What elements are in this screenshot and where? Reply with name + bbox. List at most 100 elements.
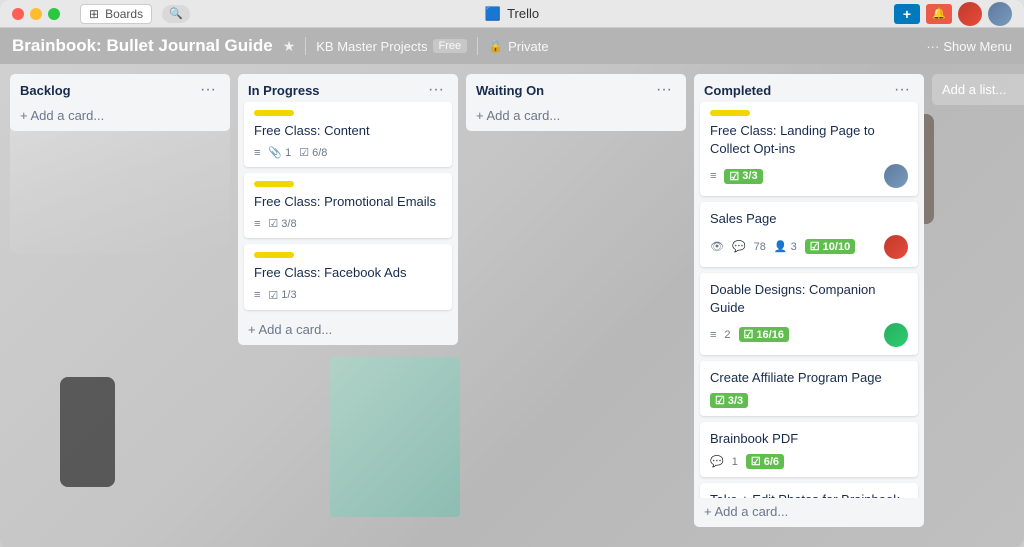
board-background: Backlog ··· + Add a card... In Progress … [0,64,1024,547]
card-checklist-meta: ☑ 3/8 [268,217,296,230]
trello-logo-icon: 🟦 [485,6,501,22]
comment-count: 1 [732,456,738,468]
card-meta: 💬 1 ☑ 6/6 [710,454,908,469]
list-completed-header: Completed ··· [694,74,924,102]
checklist-icon: ☑ [299,146,309,159]
card-affiliate-program[interactable]: Create Affiliate Program Page ☑ 3/3 [700,361,918,416]
show-menu-button[interactable]: ··· Show Menu [926,39,1012,54]
maximize-button[interactable] [48,8,60,20]
card-meta: ☑ 3/3 [710,393,908,408]
completed-add-card-button[interactable]: + Add a card... [694,498,924,527]
card-meta: ≡ ☑ 1/3 [254,289,442,302]
list-completed-cards: Free Class: Landing Page to Collect Opt-… [694,102,924,498]
attachment-icon: 📎 [268,146,282,159]
add-list-label: Add a list... [942,82,1006,97]
checklist-badge-icon: ☑ [715,394,725,407]
lock-icon: 🔒 [488,39,503,53]
star-icon[interactable]: ★ [283,38,296,55]
members-count: 👤 3 [774,240,797,253]
in-progress-add-card-button[interactable]: + Add a card... [238,316,458,345]
lists-container: Backlog ··· + Add a card... In Progress … [0,64,1024,547]
checklist-badge-value: 10/10 [823,241,851,253]
card-facebook-ads[interactable]: Free Class: Facebook Ads ≡ ☑ 1/3 [244,244,452,309]
list-backlog: Backlog ··· + Add a card... [10,74,230,131]
list-backlog-menu-button[interactable]: ··· [196,82,220,98]
card-meta: ≡ 📎 1 ☑ 6/8 [254,146,442,159]
card-avatar [884,164,908,188]
checklist-badge: ☑ 3/3 [710,393,748,408]
card-title: Free Class: Promotional Emails [254,193,442,211]
breadcrumb-workspace[interactable]: KB Master Projects Free [316,39,467,54]
checklist-badge-icon: ☑ [810,240,820,253]
add-list-button[interactable]: Add a list... [932,74,1024,105]
checklist-badge: ☑ 10/10 [805,239,855,254]
add-button[interactable]: + [894,4,920,24]
card-title: Free Class: Landing Page to Collect Opt-… [710,122,908,158]
card-promotional-emails[interactable]: Free Class: Promotional Emails ≡ ☑ 3/8 [244,173,452,238]
list-in-progress-menu-button[interactable]: ··· [424,82,448,98]
card-take-photos[interactable]: Take + Edit Photos for Brainbook 💬 3 📎 2… [700,483,918,498]
ellipsis-icon: ··· [926,39,939,54]
card-free-class-content[interactable]: Free Class: Content ≡ 📎 1 ☑ 6/8 [244,102,452,167]
close-button[interactable] [12,8,24,20]
board-title: Brainbook: Bullet Journal Guide [12,36,273,56]
list-in-progress: In Progress ··· Free Class: Content ≡ 📎 [238,74,458,345]
user-avatar-1[interactable] [958,2,982,26]
list-in-progress-cards: Free Class: Content ≡ 📎 1 ☑ 6/8 [238,102,458,316]
card-label-yellow [254,252,294,258]
list-completed-menu-button[interactable]: ··· [890,82,914,98]
traffic-lights [12,8,60,20]
eye-icon: 👁 [710,240,724,253]
show-menu-label: Show Menu [943,39,1012,54]
comment-icon: 💬 [710,455,724,468]
card-description-icon: ≡ [254,218,260,230]
user-avatar-2[interactable] [988,2,1012,26]
checklist-badge-icon: ☑ [744,328,754,341]
card-title: Brainbook PDF [710,430,908,448]
checklist-badge-icon: ☑ [729,170,739,183]
list-completed-title: Completed [704,83,771,98]
list-waiting-on-menu-button[interactable]: ··· [652,82,676,98]
card-title: Create Affiliate Program Page [710,369,908,387]
list-in-progress-header: In Progress ··· [238,74,458,102]
list-in-progress-title: In Progress [248,83,320,98]
card-doable-designs[interactable]: Doable Designs: Companion Guide ≡ 2 ☑ 16… [700,273,918,355]
notifications-button[interactable]: 🔔 [926,4,952,24]
comment-count: 78 [754,241,766,253]
checklist-badge: ☑ 3/3 [724,169,762,184]
breadcrumb-visibility[interactable]: 🔒 Private [488,39,548,54]
card-avatar [884,323,908,347]
checklist-badge-value: 6/6 [764,456,779,468]
list-backlog-title: Backlog [20,83,71,98]
list-waiting-on-title: Waiting On [476,83,544,98]
backlog-add-card-button[interactable]: + Add a card... [10,102,230,131]
attachment-count: 2 [724,329,730,341]
card-brainbook-pdf[interactable]: Brainbook PDF 💬 1 ☑ 6/6 [700,422,918,477]
card-label-yellow [254,181,294,187]
waiting-on-add-card-button[interactable]: + Add a card... [466,102,686,131]
card-meta: ≡ 2 ☑ 16/16 [710,323,908,347]
card-landing-page[interactable]: Free Class: Landing Page to Collect Opt-… [700,102,918,196]
checklist-icon: ☑ [268,217,278,230]
boards-button[interactable]: ⊞ Boards [80,4,152,24]
visibility-label: Private [508,39,548,54]
list-completed: Completed ··· Free Class: Landing Page t… [694,74,924,527]
grid-icon: ⊞ [89,7,99,21]
card-checklist-meta: ☑ 1/3 [268,289,296,302]
plan-badge: Free [433,39,468,53]
list-waiting-on: Waiting On ··· + Add a card... [466,74,686,131]
card-sales-page[interactable]: Sales Page 👁 💬 78 👤 3 ☑ 10/10 [700,202,918,266]
checklist-badge-value: 3/3 [742,170,757,182]
divider2 [477,37,478,55]
card-meta: ≡ ☑ 3/3 [710,164,908,188]
search-icon: 🔍 [169,7,183,20]
card-checklist-meta: ☑ 6/8 [299,146,327,159]
search-button[interactable]: 🔍 [162,5,190,23]
app-body: Brainbook: Bullet Journal Guide ★ KB Mas… [0,28,1024,547]
card-meta: ≡ ☑ 3/8 [254,217,442,230]
titlebar-left: ⊞ Boards 🔍 [80,4,190,24]
checklist-value: 6/8 [312,147,327,159]
titlebar: ⊞ Boards 🔍 🟦 Trello + 🔔 [0,0,1024,28]
workspace-name: KB Master Projects [316,39,427,54]
minimize-button[interactable] [30,8,42,20]
